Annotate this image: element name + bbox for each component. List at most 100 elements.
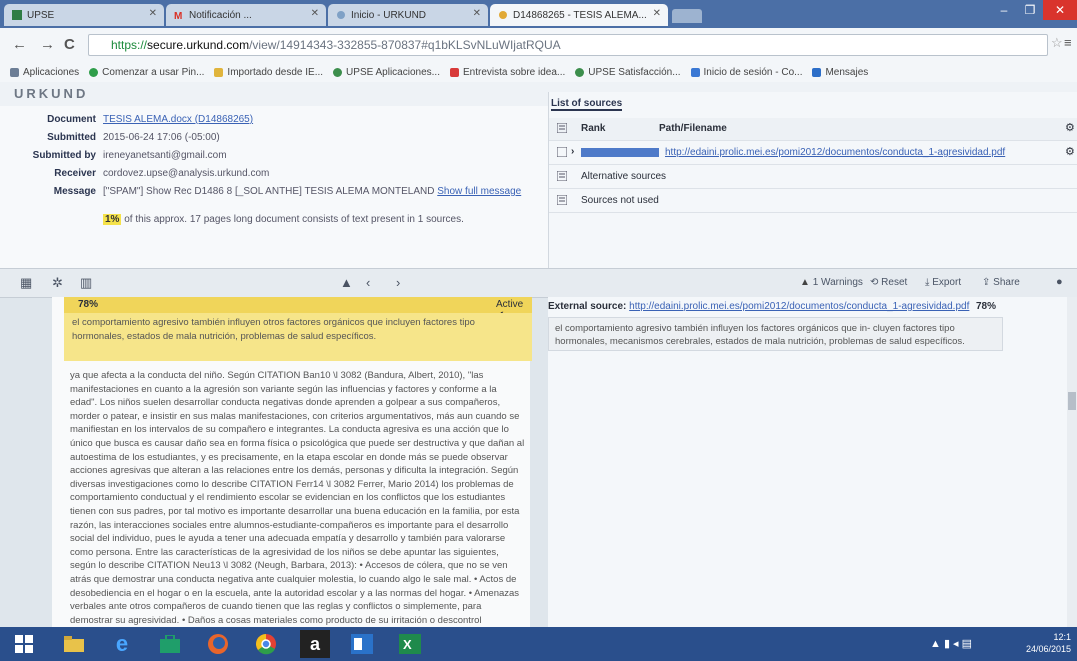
- maximize-button[interactable]: ❐: [1017, 0, 1043, 20]
- excel-icon[interactable]: X: [392, 630, 428, 658]
- settings-gear-icon[interactable]: ✲: [52, 275, 63, 291]
- next-arrow-icon[interactable]: ›: [396, 275, 400, 290]
- close-window-button[interactable]: ✕: [1043, 0, 1077, 20]
- grid-icon[interactable]: ▦: [20, 275, 32, 291]
- list-icon: [557, 123, 567, 133]
- store-icon[interactable]: [152, 630, 188, 658]
- match-percentage: 78%: [78, 299, 99, 310]
- windows-logo-icon: [15, 635, 33, 653]
- file-explorer-icon[interactable]: [56, 630, 92, 658]
- reset-button[interactable]: ⟲ Reset: [870, 277, 907, 288]
- firefox-logo-icon: [208, 634, 228, 654]
- reload-icon[interactable]: C: [64, 36, 75, 53]
- apps-grid-icon: [10, 67, 19, 77]
- system-tray-icons[interactable]: ▲ ▮ ◂ ▤: [930, 637, 972, 650]
- star-icon[interactable]: ☆: [1051, 35, 1063, 51]
- amazon-icon[interactable]: a: [300, 630, 330, 658]
- bookmark-item[interactable]: Aplicaciones: [10, 67, 79, 78]
- expand-chevron-icon[interactable]: ›: [571, 146, 574, 157]
- urkund-favicon-icon: [499, 11, 507, 19]
- browser-toolbar: ← → C https://secure.urkund.com/view/149…: [0, 28, 1077, 63]
- previous-arrow-icon[interactable]: ‹: [366, 275, 370, 290]
- window-controls: – ❐ ✕: [991, 0, 1077, 22]
- warnings-button[interactable]: ▲ 1 Warnings: [800, 277, 863, 288]
- sources-not-used-row[interactable]: Sources not used: [549, 190, 1077, 213]
- export-icon: ⤓: [925, 277, 930, 288]
- rank-bar: [581, 148, 659, 157]
- windows-start-icon[interactable]: [6, 630, 42, 658]
- source-item[interactable]: › http://edaini.prolic.mei.es/pomi2012/d…: [549, 142, 1077, 165]
- share-button[interactable]: ⇪ Share: [982, 277, 1020, 288]
- gmail-icon: M: [174, 11, 182, 20]
- checkbox-icon[interactable]: [557, 147, 567, 157]
- bookmark-item[interactable]: Comenzar a usar Pin...: [89, 67, 204, 78]
- up-arrow-icon[interactable]: ▲: [340, 275, 353, 290]
- source-match-percentage: 78%: [976, 301, 997, 312]
- bookmark-favicon-icon: [449, 67, 459, 77]
- settings-gear-icon[interactable]: ⚙: [1065, 145, 1075, 158]
- urkund-logo: URKUND: [14, 86, 89, 101]
- alternative-sources-row[interactable]: Alternative sources: [549, 166, 1077, 189]
- document-link[interactable]: TESIS ALEMA.docx (D14868265): [103, 114, 253, 125]
- url-input[interactable]: https://secure.urkund.com/view/14914343-…: [88, 34, 1048, 56]
- firefox-icon[interactable]: [200, 630, 236, 658]
- urkund-favicon-icon: [337, 11, 345, 19]
- minimize-button[interactable]: –: [991, 0, 1017, 20]
- svg-text:M: M: [174, 11, 182, 20]
- sources-tab[interactable]: List of sources: [551, 98, 623, 111]
- excel-logo-icon: X: [399, 634, 421, 654]
- bookmarks-bar: Aplicaciones Comenzar a usar Pin... Impo…: [0, 62, 1077, 83]
- highlighted-match-text: el comportamiento agresivo también influ…: [64, 313, 532, 361]
- bookmark-item[interactable]: Mensajes: [812, 67, 868, 78]
- upse-favicon-icon: [12, 10, 22, 20]
- tab-gmail[interactable]: M Notificación ... ✕: [166, 4, 326, 26]
- folder-icon: [64, 636, 84, 652]
- chrome-icon[interactable]: [248, 630, 284, 658]
- columns-icon[interactable]: ▥: [80, 275, 92, 291]
- vertical-scrollbar[interactable]: [1067, 297, 1077, 627]
- tab-urkund-home[interactable]: Inicio - URKUND ✕: [328, 4, 488, 26]
- help-icon[interactable]: ●: [1056, 276, 1063, 288]
- system-clock[interactable]: 12:1 24/06/2015: [1026, 631, 1071, 655]
- meta-row-receiver: Receiver cordovez.upse@analysis.urkund.c…: [54, 168, 270, 179]
- windows-taskbar: e a X ▲ ▮ ◂ ▤ 12:1 24/06/2015: [0, 627, 1077, 661]
- close-tab-icon[interactable]: ✕: [473, 8, 481, 19]
- document-info-panel: Document TESIS ALEMA.docx (D14868265) Su…: [0, 106, 548, 268]
- source-link[interactable]: http://edaini.prolic.mei.es/pomi2012/doc…: [665, 147, 1005, 158]
- warning-icon: ▲: [800, 277, 810, 288]
- back-arrow-icon[interactable]: ←: [12, 36, 27, 53]
- close-tab-icon[interactable]: ✕: [311, 8, 319, 19]
- menu-icon[interactable]: ≡: [1064, 35, 1072, 50]
- close-tab-icon[interactable]: ✕: [653, 8, 661, 19]
- settings-gear-icon[interactable]: ⚙: [1065, 121, 1075, 134]
- close-tab-icon[interactable]: ✕: [149, 8, 157, 19]
- external-source-link[interactable]: http://edaini.prolic.mei.es/pomi2012/doc…: [629, 301, 969, 312]
- list-icon: [557, 195, 567, 205]
- meta-row-submitted: Submitted 2015-06-24 17:06 (-05:00): [47, 132, 220, 143]
- sources-header-row: Rank Path/Filename ⚙: [549, 118, 1077, 141]
- chrome-logo-icon: [256, 634, 276, 655]
- meta-row-message: Message ["SPAM"] Show Rec D1486 8 [_SOL …: [53, 186, 522, 197]
- meta-row-submitted-by: Submitted by ireneyanetsanti@gmail.com: [32, 150, 227, 161]
- forward-arrow-icon[interactable]: →: [40, 36, 55, 53]
- bookmark-item[interactable]: UPSE Aplicaciones...: [333, 67, 440, 78]
- outlook-icon[interactable]: [344, 630, 380, 658]
- tab-upse[interactable]: UPSE ✕: [4, 4, 164, 26]
- scrollbar-thumb[interactable]: [1068, 392, 1076, 410]
- new-tab-button[interactable]: [672, 9, 702, 23]
- bookmark-favicon-icon: [812, 67, 822, 77]
- bookmark-favicon-icon: [690, 67, 700, 77]
- export-button[interactable]: ⤓ Export: [925, 277, 961, 288]
- bookmark-favicon-icon: [575, 67, 585, 77]
- tab-urkund-document[interactable]: D14868265 - TESIS ALEMA... ✕: [490, 4, 668, 26]
- bookmark-item[interactable]: Importado desde IE...: [214, 67, 323, 78]
- folder-icon: [214, 67, 224, 77]
- internet-explorer-icon[interactable]: e: [104, 630, 140, 658]
- share-icon: ⇪: [982, 277, 991, 288]
- bookmark-item[interactable]: Entrevista sobre idea...: [449, 67, 565, 78]
- show-full-message-link[interactable]: Show full message: [437, 186, 521, 197]
- browser-tab-strip: UPSE ✕ M Notificación ... ✕ Inicio - URKU…: [0, 0, 1077, 28]
- sources-panel: List of sources Rank Path/Filename ⚙ › h…: [548, 92, 1077, 268]
- bookmark-item[interactable]: UPSE Satisfacción...: [575, 67, 681, 78]
- bookmark-item[interactable]: Inicio de sesión - Co...: [690, 67, 802, 78]
